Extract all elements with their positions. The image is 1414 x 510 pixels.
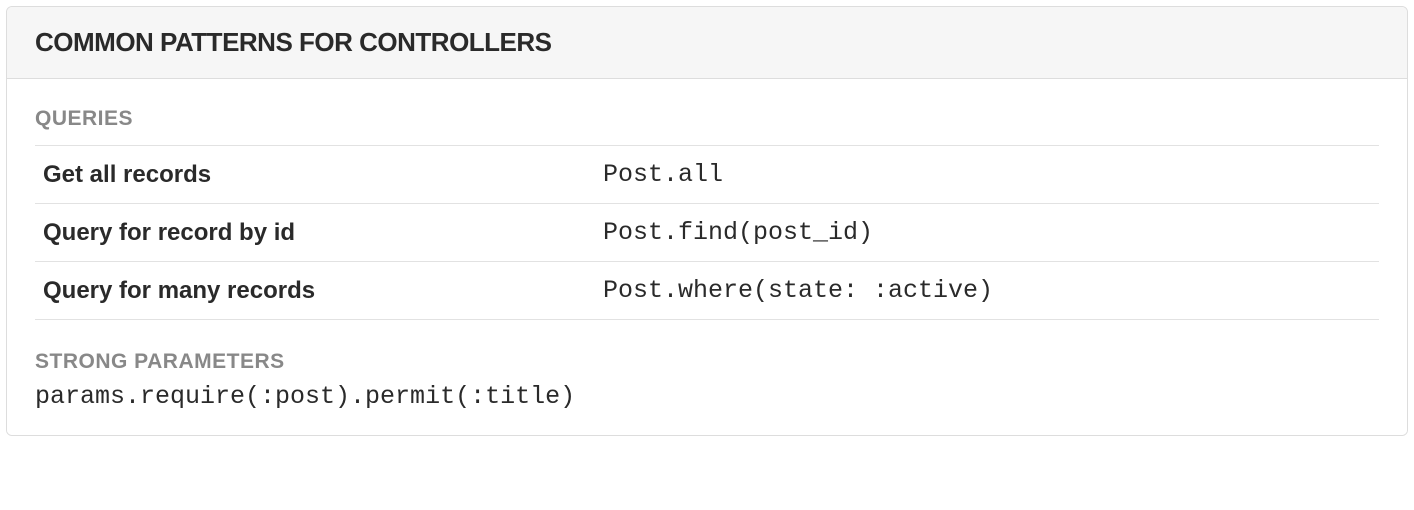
row-code: Post.where(state: :active) — [603, 276, 993, 305]
row-code: Post.all — [603, 160, 723, 189]
panel-body: QUERIES Get all records Post.all Query f… — [7, 79, 1407, 435]
table-row: Get all records Post.all — [35, 146, 1379, 204]
reference-panel: COMMON PATTERNS FOR CONTROLLERS QUERIES … — [6, 6, 1408, 436]
code-line: params.require(:post).permit(:title) — [35, 378, 1379, 411]
section-heading-queries: QUERIES — [35, 107, 1379, 146]
row-code: Post.find(post_id) — [603, 218, 873, 247]
section-heading-strong-parameters: STRONG PARAMETERS — [35, 350, 1379, 378]
panel-header: COMMON PATTERNS FOR CONTROLLERS — [7, 7, 1407, 79]
panel-title: COMMON PATTERNS FOR CONTROLLERS — [35, 27, 1379, 58]
row-label: Query for record by id — [43, 219, 603, 247]
table-row: Query for many records Post.where(state:… — [35, 262, 1379, 320]
section-gap — [35, 320, 1379, 350]
row-label: Query for many records — [43, 277, 603, 305]
table-row: Query for record by id Post.find(post_id… — [35, 204, 1379, 262]
row-label: Get all records — [43, 161, 603, 189]
